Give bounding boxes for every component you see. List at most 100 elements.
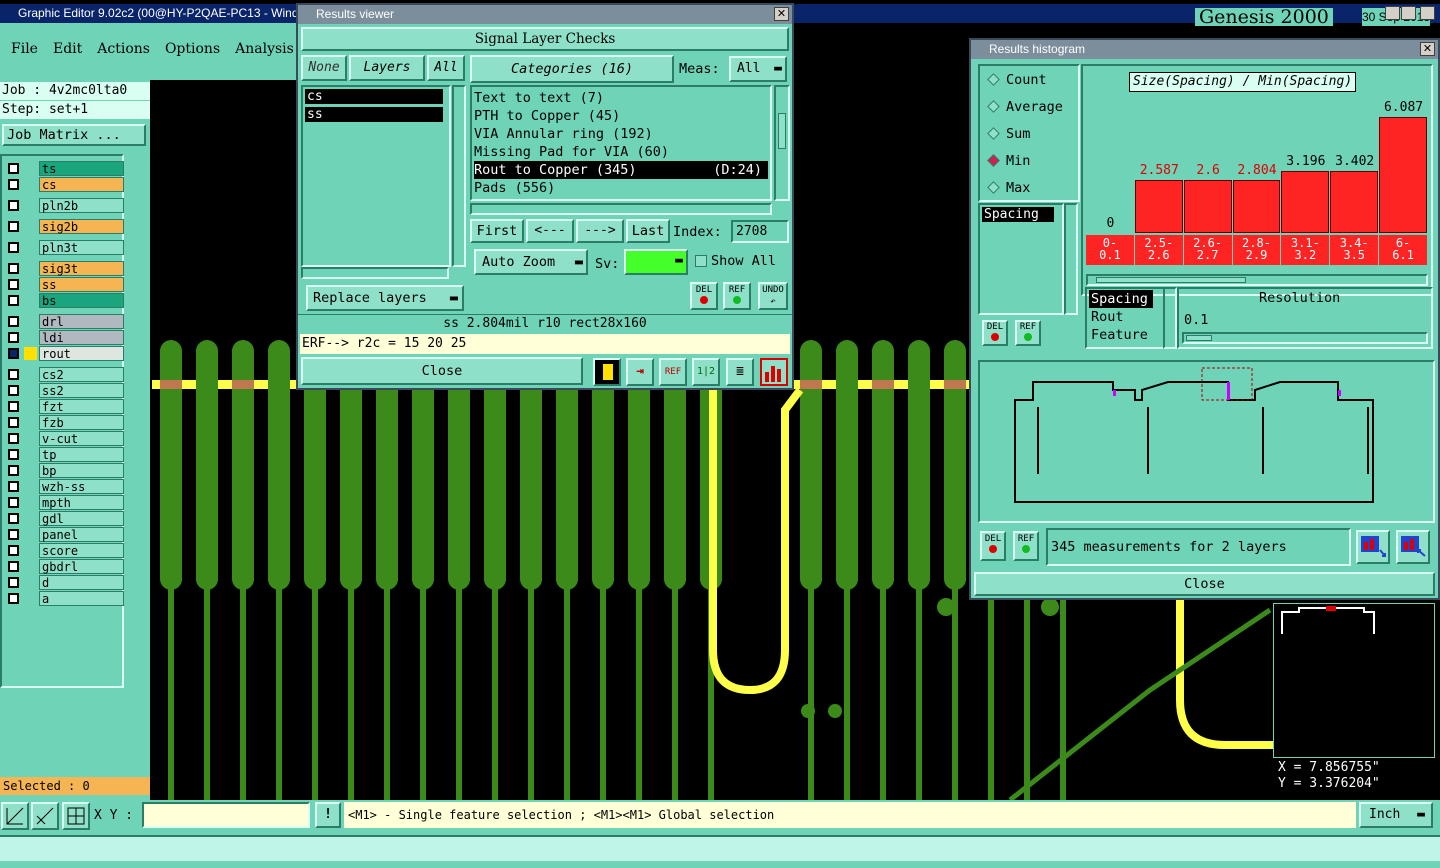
layer-checkbox[interactable]: [8, 481, 19, 492]
layer-row-score[interactable]: score: [5, 543, 124, 558]
unit-select[interactable]: Inch ▬: [1359, 802, 1433, 828]
all-layers-button[interactable]: All: [427, 55, 465, 81]
close-icon[interactable]: ✕: [774, 7, 789, 21]
layer-checkbox[interactable]: [8, 385, 19, 396]
highlight-icon[interactable]: [593, 358, 621, 386]
layer-row-pln3t[interactable]: pln3t: [5, 240, 124, 255]
layer-row-cs[interactable]: cs: [5, 177, 124, 192]
layer-row-v-cut[interactable]: v-cut: [5, 431, 124, 446]
categories-button[interactable]: Categories (16): [470, 55, 674, 83]
layer-checkbox[interactable]: [8, 401, 19, 412]
layer-row-fzb[interactable]: fzb: [5, 415, 124, 430]
import-histogram-icon[interactable]: [1396, 530, 1430, 564]
menu-edit[interactable]: Edit: [53, 41, 82, 57]
categories-scrollbar-v[interactable]: [774, 85, 790, 201]
histogram-bar[interactable]: [1232, 180, 1281, 233]
layer-row-ss[interactable]: ss: [5, 277, 124, 292]
layer-row-drl[interactable]: drl: [5, 314, 124, 329]
close-results-button[interactable]: Close: [301, 357, 583, 385]
layer-row-cs2[interactable]: cs2: [5, 367, 124, 382]
close-main-button[interactable]: [1420, 6, 1435, 20]
layer-row-gbdrl[interactable]: gbdrl: [5, 559, 124, 574]
layer-checkbox[interactable]: [8, 417, 19, 428]
layer-list-scrollbar-h[interactable]: [301, 267, 449, 279]
histogram-bar[interactable]: [1281, 171, 1330, 233]
layer-checkbox[interactable]: [8, 513, 19, 524]
category-item[interactable]: Text to text (7): [474, 89, 768, 107]
show-all-checkbox[interactable]: [695, 255, 707, 267]
meas-select[interactable]: All ▬: [729, 56, 787, 82]
mode-radio-count[interactable]: Count: [986, 72, 1076, 88]
none-button[interactable]: None: [301, 55, 347, 81]
layer-checkbox[interactable]: [8, 529, 19, 540]
resolution-slider[interactable]: [1182, 332, 1428, 344]
hist2-del-button[interactable]: DEL: [980, 531, 1006, 561]
category-item[interactable]: Rout to Copper (345) (D:24): [474, 161, 768, 179]
layer-item-cs[interactable]: cs: [305, 89, 443, 104]
histogram-title-bar[interactable]: Results histogram ✕: [971, 40, 1438, 59]
results-viewer-title-bar[interactable]: Results viewer ✕: [298, 5, 792, 24]
measure-tool-icon[interactable]: [31, 802, 59, 830]
layer-row-pln2b[interactable]: pln2b: [5, 198, 124, 213]
layer-row-d[interactable]: d: [5, 575, 124, 590]
grid-tool-icon[interactable]: [62, 802, 90, 830]
res-item-spacing[interactable]: Spacing: [1089, 290, 1153, 308]
report-icon[interactable]: ≣: [726, 358, 754, 386]
layer-checkbox[interactable]: [8, 465, 19, 476]
layer-checkbox[interactable]: [8, 163, 19, 174]
job-matrix-button[interactable]: Job Matrix ...: [2, 124, 146, 146]
hist2-ref-button[interactable]: REF: [1013, 531, 1039, 561]
layer-checkbox[interactable]: [8, 200, 19, 211]
layer-row-mpth[interactable]: mpth: [5, 495, 124, 510]
layer-checkbox[interactable]: [8, 295, 19, 306]
histogram-bar[interactable]: [1134, 180, 1183, 233]
sv-color-select[interactable]: ▬: [624, 249, 688, 275]
layer-checkbox[interactable]: [8, 561, 19, 572]
menu-options[interactable]: Options: [165, 41, 220, 57]
auto-zoom-select[interactable]: Auto Zoom ▬: [474, 249, 588, 275]
layer-checkbox[interactable]: [8, 316, 19, 327]
ref-button[interactable]: REF: [723, 282, 751, 310]
layer-row-fzt[interactable]: fzt: [5, 399, 124, 414]
category-item[interactable]: Missing Pad for VIA (60): [474, 143, 768, 161]
del-button[interactable]: DEL: [690, 282, 718, 310]
exit-icon[interactable]: ⇥: [626, 358, 654, 386]
mode-radio-average[interactable]: Average: [986, 99, 1076, 115]
export-histogram-icon[interactable]: [1356, 530, 1390, 564]
metric-scrollbar[interactable]: [1064, 203, 1078, 315]
layer-checkbox[interactable]: [8, 263, 19, 274]
resolution-scrollbar[interactable]: [1163, 287, 1177, 349]
xy-input[interactable]: [142, 802, 310, 828]
layer-row-bp[interactable]: bp: [5, 463, 124, 478]
undo-button[interactable]: UNDO ↶: [758, 282, 788, 310]
hist-ref-button[interactable]: REF: [1015, 320, 1041, 346]
categories-scrollbar-h[interactable]: [470, 203, 772, 215]
histogram-icon[interactable]: [760, 358, 788, 386]
res-item-rout[interactable]: Rout: [1089, 308, 1161, 326]
last-button[interactable]: Last: [626, 219, 670, 243]
histogram-bar[interactable]: [1379, 117, 1427, 233]
next-button[interactable]: --->: [576, 219, 624, 243]
histogram-bar[interactable]: [1330, 171, 1379, 233]
layer-checkbox[interactable]: [8, 348, 19, 359]
layer-row-tp[interactable]: tp: [5, 447, 124, 462]
first-button[interactable]: First: [470, 219, 524, 243]
layer-row-rout[interactable]: rout: [5, 346, 124, 361]
alert-icon[interactable]: !: [315, 802, 341, 828]
menu-file[interactable]: File: [11, 41, 38, 57]
hist-del-button[interactable]: DEL: [982, 320, 1008, 346]
mini-view[interactable]: [1273, 603, 1435, 758]
layer-checkbox[interactable]: [8, 242, 19, 253]
layer-row-ldi[interactable]: ldi: [5, 330, 124, 345]
layer-checkbox[interactable]: [8, 332, 19, 343]
layer-checkbox[interactable]: [8, 449, 19, 460]
compare-icon[interactable]: 1|2: [692, 358, 720, 386]
layer-checkbox[interactable]: [8, 577, 19, 588]
layer-row-a[interactable]: a: [5, 591, 124, 606]
layer-checkbox[interactable]: [8, 221, 19, 232]
feature-preview[interactable]: [978, 360, 1435, 523]
mode-radio-max[interactable]: Max: [986, 180, 1076, 196]
layer-row-ts[interactable]: ts: [5, 161, 124, 176]
layer-row-panel[interactable]: panel: [5, 527, 124, 542]
ref-cancel-icon[interactable]: REF: [659, 358, 687, 386]
